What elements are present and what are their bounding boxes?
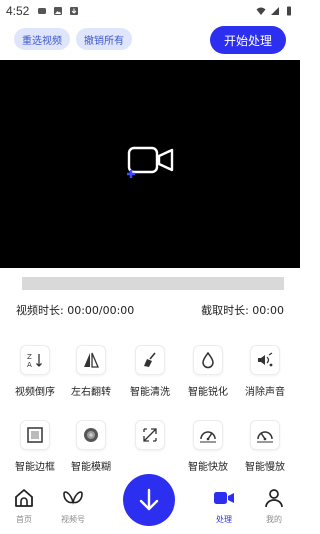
nav-mine[interactable]: 我的 (254, 488, 294, 525)
tool-label: 智能清洗 (130, 387, 170, 398)
timeline-bar[interactable] (22, 277, 284, 290)
undo-all-button[interactable]: 撤销所有 (76, 28, 132, 50)
svg-text:Z: Z (27, 353, 32, 361)
tool-label: 智能锐化 (188, 387, 228, 398)
wifi-icon (256, 7, 266, 15)
reverse-sort-icon: Z A (27, 353, 42, 369)
speedometer-slow-icon (257, 431, 273, 443)
nav-channels[interactable]: 视频号 (53, 488, 93, 525)
frame-border-icon (27, 427, 43, 443)
tool-label: 消除声音 (245, 387, 285, 398)
add-video-icon[interactable] (125, 144, 177, 180)
tool-blur[interactable]: 智能模糊 (62, 420, 120, 473)
time-info: 视频时长: 00:00/00:00 截取时长: 00:00 (0, 302, 300, 320)
drop-icon (202, 351, 214, 369)
status-bar: 4:52 (0, 0, 300, 22)
image-notification-icon (54, 7, 63, 15)
nav-process-label: 处理 (216, 515, 232, 524)
tool-mute[interactable]: 消除声音 (236, 345, 294, 398)
tool-label: 智能模糊 (71, 462, 111, 473)
tool-label: 智能快放 (188, 462, 228, 473)
home-icon (15, 489, 33, 507)
battery-icon (287, 6, 291, 16)
reselect-video-button[interactable]: 重选视频 (14, 28, 70, 50)
arrow-down-icon (139, 488, 159, 511)
nav-mine-label: 我的 (266, 515, 282, 524)
clip-duration-text: 截取时长: 00:00 (201, 304, 284, 317)
tool-label: 智能边框 (15, 462, 55, 473)
signal-icon (271, 7, 279, 15)
speedometer-fast-icon (200, 431, 216, 443)
nav-process[interactable]: 处理 (204, 488, 244, 525)
status-time: 4:52 (6, 4, 30, 18)
app-notification-icon (38, 8, 47, 14)
flip-horizontal-icon (84, 352, 99, 368)
butterfly-icon (63, 491, 83, 505)
tool-slow[interactable]: 智能慢放 (236, 420, 294, 473)
mute-speaker-icon (258, 352, 273, 367)
top-toolbar: 重选视频 撤销所有 开始处理 (0, 26, 300, 56)
expand-arrows-icon (143, 428, 157, 442)
tool-sharpen[interactable]: 智能锐化 (179, 345, 237, 398)
broom-icon (144, 352, 156, 367)
video-duration-text: 视频时长: 00:00/00:00 (16, 304, 135, 317)
tool-expand[interactable] (121, 420, 179, 458)
tool-label: 视频倒序 (15, 387, 55, 398)
tool-label: 左右翻转 (71, 387, 111, 398)
nav-channels-label: 视频号 (61, 515, 85, 524)
start-processing-button[interactable]: 开始处理 (210, 26, 286, 54)
tool-clean[interactable]: 智能清洗 (121, 345, 179, 398)
tool-label: 智能慢放 (245, 462, 285, 473)
svg-text:A: A (27, 361, 32, 369)
user-icon (265, 489, 283, 508)
download-fab-button[interactable] (123, 474, 175, 526)
nav-home-label: 首页 (16, 515, 32, 524)
tool-reverse[interactable]: Z A 视频倒序 (6, 345, 64, 398)
download-notification-icon (70, 7, 79, 15)
video-camera-icon (214, 492, 234, 504)
tool-border[interactable]: 智能边框 (6, 420, 64, 473)
nav-home[interactable]: 首页 (4, 488, 44, 525)
tool-fast[interactable]: 智能快放 (179, 420, 237, 473)
tool-flip[interactable]: 左右翻转 (62, 345, 120, 398)
blur-lens-icon (84, 428, 98, 442)
